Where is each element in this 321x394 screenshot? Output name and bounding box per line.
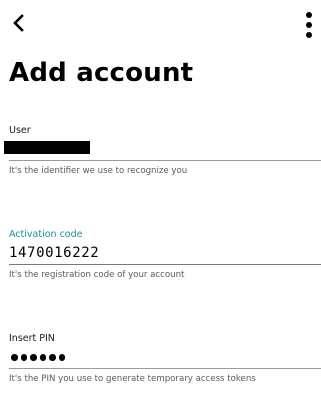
- user-label: User: [9, 125, 31, 136]
- pin-label: Insert PIN: [9, 333, 55, 344]
- pin-dot: [39, 354, 46, 361]
- pin-helper-text: It's the PIN you use to generate tempora…: [9, 374, 256, 384]
- chevron-left-icon: [13, 14, 24, 32]
- more-vertical-icon: [306, 12, 312, 38]
- pin-dot: [11, 354, 18, 361]
- user-field: User It's the identifier we use to recog…: [4, 125, 321, 177]
- pin-dot: [58, 354, 65, 361]
- page-title: Add account: [9, 58, 194, 88]
- activation-code-field: Activation code 1470016222 It's the regi…: [9, 229, 321, 281]
- pin-field: Insert PIN It's the PIN you use to gener…: [9, 333, 321, 385]
- more-options-button[interactable]: [299, 10, 319, 40]
- pin-dot: [20, 354, 27, 361]
- user-value-redacted: [4, 141, 90, 154]
- user-input[interactable]: [4, 137, 321, 161]
- activation-code-value: 1470016222: [9, 245, 100, 261]
- pin-dot: [30, 354, 37, 361]
- back-button[interactable]: [6, 10, 32, 36]
- pin-input[interactable]: [9, 345, 321, 369]
- top-app-bar: [0, 0, 321, 44]
- activation-code-input[interactable]: 1470016222: [9, 241, 321, 265]
- user-helper-text: It's the identifier we use to recognize …: [9, 166, 188, 176]
- pin-masked-value: [11, 354, 65, 361]
- activation-code-label: Activation code: [9, 229, 83, 240]
- activation-code-helper-text: It's the registration code of your accou…: [9, 270, 185, 280]
- pin-dot: [49, 354, 56, 361]
